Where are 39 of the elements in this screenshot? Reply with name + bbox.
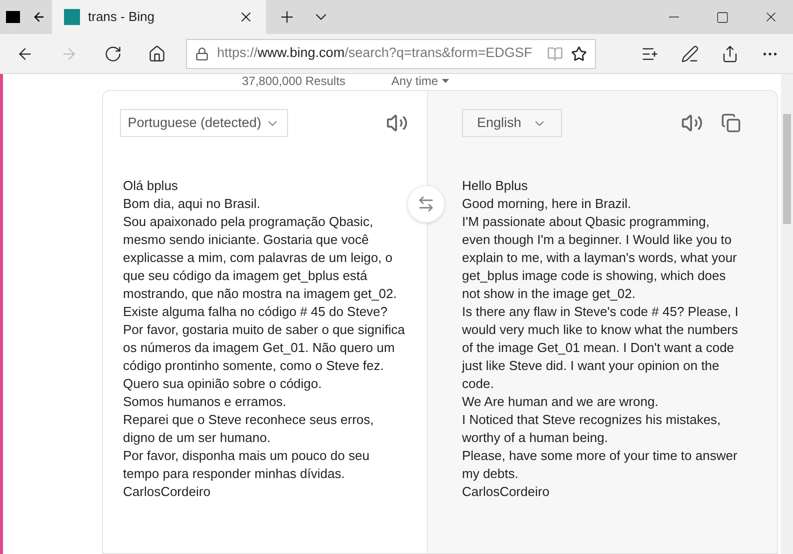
language-select[interactable]: English <box>462 109 562 137</box>
results-count: 37,800,000 Results <box>242 73 346 90</box>
site-logo-icon <box>64 9 80 25</box>
source-text: Existe alguma falha no código # 45 do Steve? <box>123 303 389 321</box>
translated-text: CarlosCordeiro <box>462 483 550 501</box>
translated-text: Please, have some more of your time to answer my debts. <box>462 447 738 483</box>
tab-title: trans - Bing <box>88 8 156 26</box>
address-bar[interactable]: https://www.bing.com/search?q=trans&form=EDGSF <box>186 38 596 68</box>
maximize-icon[interactable] <box>716 10 729 24</box>
home-icon[interactable] <box>148 44 166 62</box>
speaker-icon[interactable] <box>681 112 703 134</box>
language-select[interactable]: Portuguese (detected) <box>120 109 288 137</box>
source-text: CarlosCordeiro <box>123 483 212 501</box>
translated-text: I Noticed that Steve recognizes his mistakes, worthy of a human being. <box>462 411 722 447</box>
translated-text: We Are human and we are wrong. <box>462 393 660 411</box>
translated-text: Is there any flaw in Steve's code # 45? Please, I would very much like to know what the numbers of the image Get_01 mean. I Don't want a code just like Steve did. I want your opinion on the code. <box>462 303 740 393</box>
source-text: Bom dia, aqui no Brasil. <box>123 195 262 213</box>
pen-icon[interactable] <box>681 44 699 62</box>
source-text: Por favor, disponha mais um pouco do seu tempo para responder minhas dívidas. <box>123 447 370 483</box>
source-text: Olá bplus <box>123 177 179 195</box>
reload-icon[interactable] <box>104 44 122 62</box>
browser-tab[interactable]: trans - Bing <box>52 0 266 34</box>
scrollbar[interactable] <box>781 74 793 554</box>
source-text: Por favor, gostaria muito de saber o que significa os números da imagem Get_01. Não quero um código prontinho somente, como o Steve fez. Quero sua opinião sobre o código. <box>123 321 406 393</box>
swap-icon <box>417 195 435 213</box>
url-text: https://www.bing.com/search?q=trans&form=EDGSF <box>217 44 534 62</box>
star-icon[interactable] <box>571 46 587 62</box>
copy-icon[interactable] <box>721 113 741 133</box>
caret-icon[interactable] <box>442 79 450 83</box>
translated-text: Hello Bplus <box>462 177 529 195</box>
lock-icon <box>195 46 209 60</box>
speaker-icon[interactable] <box>386 112 408 134</box>
source-text: Somos humanos e erramos. <box>123 393 288 411</box>
share-icon[interactable] <box>721 44 739 62</box>
translated-text: I'M passionate about Qbasic programming, even though I'm a beginner. I Would like you to explain to me, with a layman's words, what your get_bplus image code is showing, which does not show in the image get_02. <box>462 213 738 303</box>
source-text: Sou apaixonado pela programação Qbasic, mesmo sendo iniciante. Gostaria que você explicasse a mim, com palavras de um leigo, o que seu código da imagem get_bplus está mostrando, que não mostra na imagem get_02. <box>123 213 398 303</box>
translated-text: Good morning, here in Brazil. <box>462 195 632 213</box>
time-filter[interactable]: Any time <box>391 72 438 90</box>
source-text: Reparei que o Steve reconhece seus erros, digno de um ser humano. <box>123 411 375 447</box>
